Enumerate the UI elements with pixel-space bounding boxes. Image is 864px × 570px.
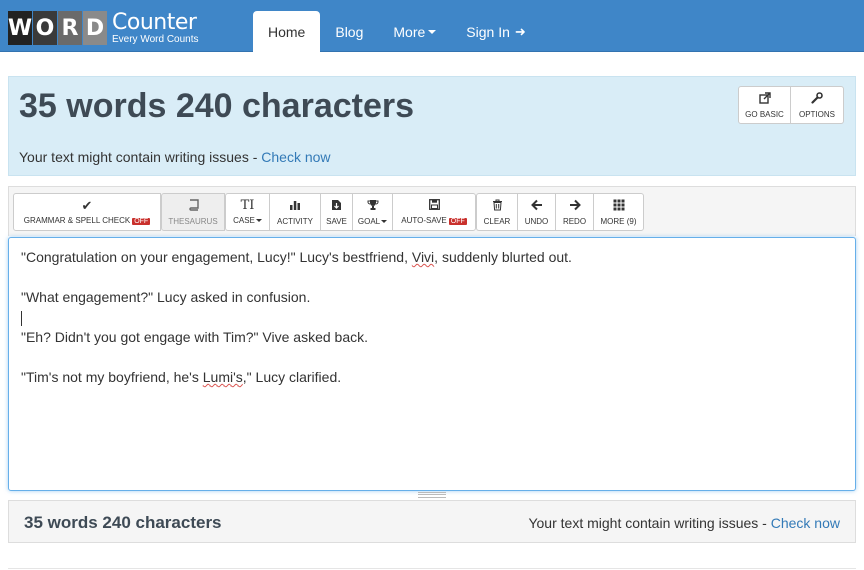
redo-button[interactable]: REDO <box>555 193 593 231</box>
trophy-icon <box>367 199 379 214</box>
undo-button[interactable]: UNDO <box>517 193 555 231</box>
redo-label: REDO <box>562 216 587 226</box>
nav-sign-in-label: Sign In <box>466 23 510 40</box>
caret-down-icon <box>381 219 388 223</box>
editor-text: , suddenly blurted out. <box>434 249 572 265</box>
goal-dropdown-button[interactable]: GOAL <box>352 193 392 231</box>
logo-word: Counter <box>112 9 197 35</box>
logo-letter: O <box>33 11 57 45</box>
clear-button[interactable]: CLEAR <box>476 193 517 231</box>
trash-icon <box>492 199 503 214</box>
nav-home-label: Home <box>268 23 306 40</box>
external-link-icon <box>758 91 771 107</box>
grammar-label: GRAMMAR & SPELL CHECK <box>23 216 131 225</box>
options-label: OPTIONS <box>798 109 835 119</box>
go-basic-label: GO BASIC <box>745 109 784 119</box>
floppy-disk-icon <box>428 199 440 213</box>
more-tools-button[interactable]: MORE (9) <box>593 193 644 231</box>
writing-issues-notice: Your text might contain writing issues -… <box>19 149 331 165</box>
case-dropdown-button[interactable]: TI CASE <box>225 193 269 231</box>
caret-down-icon <box>255 219 262 223</box>
editor-text: "Tim's not my boyfriend, he's <box>21 369 203 385</box>
grid-icon <box>613 199 625 214</box>
grammar-check-button[interactable]: ✔ GRAMMAR & SPELL CHECK OFF <box>13 193 161 231</box>
editor-blank-line <box>21 347 843 367</box>
autosave-label: AUTO-SAVE <box>401 216 447 225</box>
footer-issues-text: Your text might contain writing issues - <box>528 515 771 531</box>
editor-line: "Eh? Didn't you got engage with Tim?" Vi… <box>21 329 368 345</box>
check-now-link[interactable]: Check now <box>261 149 330 165</box>
arrow-right-icon <box>569 199 581 214</box>
page-divider <box>8 568 856 569</box>
thesaurus-button[interactable]: THESAURUS <box>161 193 225 231</box>
editor-blank-line <box>21 267 843 287</box>
auto-save-button[interactable]: AUTO-SAVE OFF <box>392 193 476 231</box>
stats-header: 35 words 240 characters Your text might … <box>8 76 856 176</box>
wrench-icon <box>811 91 823 107</box>
nav-more-label: More <box>393 23 426 40</box>
book-icon <box>188 198 199 214</box>
caret-down-icon <box>428 29 437 34</box>
logo-letter: W <box>8 11 32 45</box>
text-editor[interactable]: "Congratulation on your engagement, Lucy… <box>8 237 856 491</box>
nav-home[interactable]: Home <box>253 11 321 52</box>
autosave-label-row: AUTO-SAVE OFF <box>401 216 467 225</box>
thesaurus-label: THESAURUS <box>168 216 218 226</box>
case-label: CASE <box>233 216 255 225</box>
editor-text: "Congratulation on your engagement, Lucy… <box>21 249 412 265</box>
logo-letter: R <box>58 11 82 45</box>
grammar-label-row: GRAMMAR & SPELL CHECK OFF <box>23 216 151 225</box>
sign-in-icon: ➜ <box>514 23 526 39</box>
editor-resize-handle[interactable] <box>418 492 446 498</box>
misspelled-word[interactable]: Vivi <box>412 249 434 265</box>
goal-label-row: GOAL <box>357 216 388 226</box>
main-nav: Home Blog More Sign In ➜ <box>253 11 541 52</box>
text-cursor <box>21 310 22 326</box>
nav-blog-label: Blog <box>335 23 364 40</box>
bar-chart-icon <box>289 199 301 214</box>
autosave-off-badge: OFF <box>448 218 467 225</box>
nav-blog[interactable]: Blog <box>320 11 378 52</box>
footer-writing-issues-notice: Your text might contain writing issues -… <box>528 515 840 531</box>
undo-label: UNDO <box>524 216 549 226</box>
save-button[interactable]: SAVE <box>320 193 352 231</box>
nav-sign-in[interactable]: Sign In ➜ <box>451 11 541 52</box>
text-case-icon: TI <box>240 198 255 213</box>
issues-text: Your text might contain writing issues - <box>19 149 262 165</box>
checkmark-icon: ✔ <box>81 198 93 213</box>
go-basic-button[interactable]: GO BASIC <box>738 86 791 124</box>
logo-tagline: Every Word Counts <box>112 33 199 45</box>
editor-line: "What engagement?" Lucy asked in confusi… <box>21 289 311 305</box>
editor-toolbar-panel: ✔ GRAMMAR & SPELL CHECK OFF THESAURUS TI … <box>8 186 856 236</box>
editor-toolbar: ✔ GRAMMAR & SPELL CHECK OFF THESAURUS TI … <box>13 193 644 231</box>
logo-text: Counter Every Word Counts <box>112 9 199 45</box>
navbar: W O R D Counter Every Word Counts Home B… <box>0 0 864 52</box>
options-button[interactable]: OPTIONS <box>791 86 844 124</box>
editor-text: ," Lucy clarified. <box>242 369 342 385</box>
clear-label: CLEAR <box>483 216 511 226</box>
activity-label: ACTIVITY <box>276 216 313 226</box>
nav-more-dropdown[interactable]: More <box>378 11 451 52</box>
goal-label: GOAL <box>357 216 381 226</box>
editor-line: "Congratulation on your engagement, Lucy… <box>21 247 843 267</box>
editor-blank-line <box>21 307 843 327</box>
misspelled-word[interactable]: Lumi's <box>203 369 243 385</box>
footer-word-char-count: 35 words 240 characters <box>24 513 222 532</box>
logo-letters: W O R D <box>8 11 108 45</box>
arrow-left-icon <box>530 199 543 214</box>
word-char-count: 35 words 240 characters <box>19 87 415 125</box>
wordcounter-logo[interactable]: W O R D Counter Every Word Counts <box>8 9 199 47</box>
logo-letter: D <box>83 11 107 45</box>
save-label: SAVE <box>326 216 347 226</box>
stats-footer: 35 words 240 characters Your text might … <box>8 500 856 543</box>
grammar-off-badge: OFF <box>132 218 151 225</box>
more-tools-label: MORE (9) <box>600 216 637 226</box>
footer-check-now-link[interactable]: Check now <box>771 515 840 531</box>
case-label-row: CASE <box>233 216 262 225</box>
file-download-icon <box>331 199 342 214</box>
header-buttons: GO BASIC OPTIONS <box>738 86 844 124</box>
activity-button[interactable]: ACTIVITY <box>269 193 320 231</box>
editor-line: "Tim's not my boyfriend, he's Lumi's," L… <box>21 367 843 387</box>
